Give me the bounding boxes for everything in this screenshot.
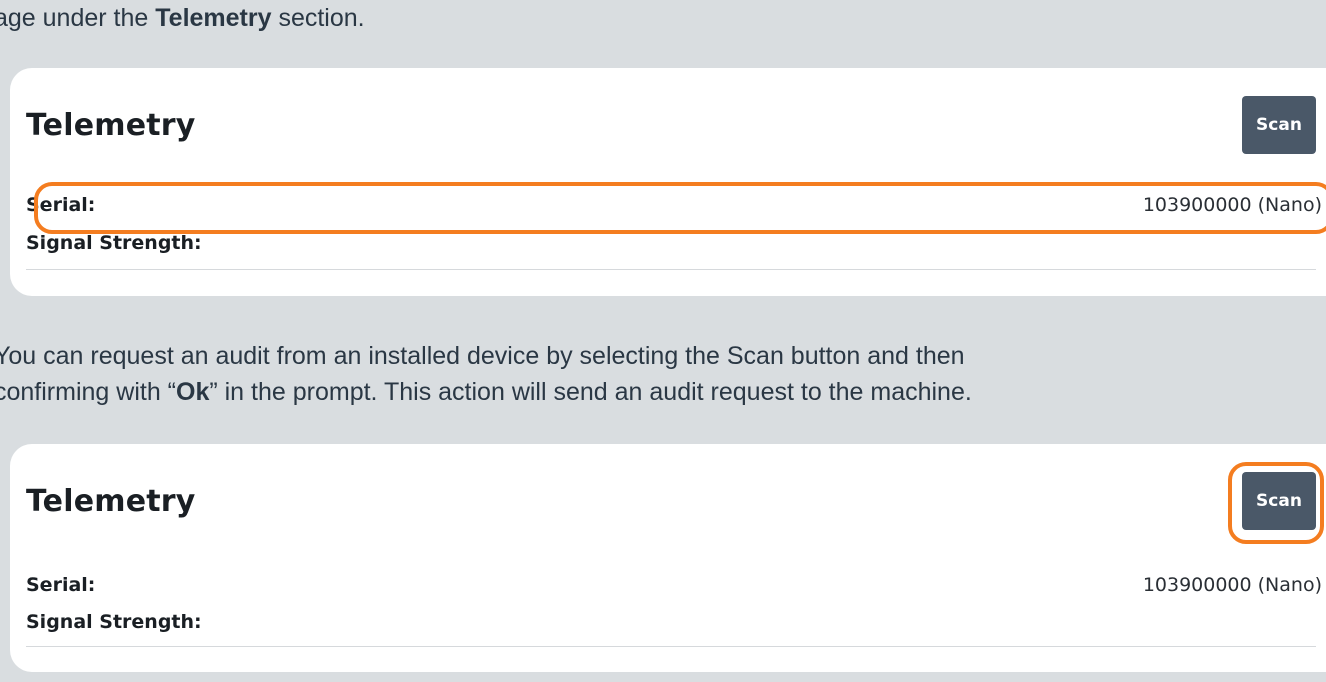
telemetry-panel: Telemetry Scan Serial: 103900000 (Nano) … xyxy=(10,444,1326,672)
row-divider xyxy=(26,646,1316,647)
intro-bold: Telemetry xyxy=(155,4,272,32)
instruction-line-2-prefix: confirming with “ xyxy=(0,378,176,406)
scan-button[interactable]: Scan xyxy=(1242,96,1316,154)
serial-row: Serial: 103900000 (Nano) xyxy=(26,568,1322,602)
row-divider xyxy=(26,269,1316,270)
signal-strength-row: Signal Strength: xyxy=(26,226,1316,260)
instruction-line-2: confirming with “Ok” in the prompt. This… xyxy=(0,374,972,410)
serial-value: 103900000 (Nano) xyxy=(1142,194,1322,216)
signal-strength-label: Signal Strength: xyxy=(26,611,202,633)
serial-label: Serial: xyxy=(26,194,96,216)
panel-title: Telemetry xyxy=(26,108,196,143)
signal-strength-row: Signal Strength: xyxy=(26,605,1316,639)
intro-prefix: age under the xyxy=(0,4,156,32)
panel-title: Telemetry xyxy=(26,484,196,519)
instruction-text: You can request an audit from an install… xyxy=(0,338,972,410)
instruction-line-2-suffix: ” in the prompt. This action will send a… xyxy=(209,378,972,406)
serial-value: 103900000 (Nano) xyxy=(1142,574,1322,596)
signal-strength-label: Signal Strength: xyxy=(26,232,202,254)
serial-row: Serial: 103900000 (Nano) xyxy=(26,188,1322,222)
serial-label: Serial: xyxy=(26,574,96,596)
telemetry-panel: Telemetry Scan Serial: 103900000 (Nano) … xyxy=(10,68,1326,296)
intro-text: age under the Telemetry section. xyxy=(0,0,365,36)
ok-keyword: Ok xyxy=(176,378,210,406)
scan-button[interactable]: Scan xyxy=(1242,472,1316,530)
intro-suffix: section. xyxy=(271,4,365,32)
instruction-line-1: You can request an audit from an install… xyxy=(0,342,965,370)
